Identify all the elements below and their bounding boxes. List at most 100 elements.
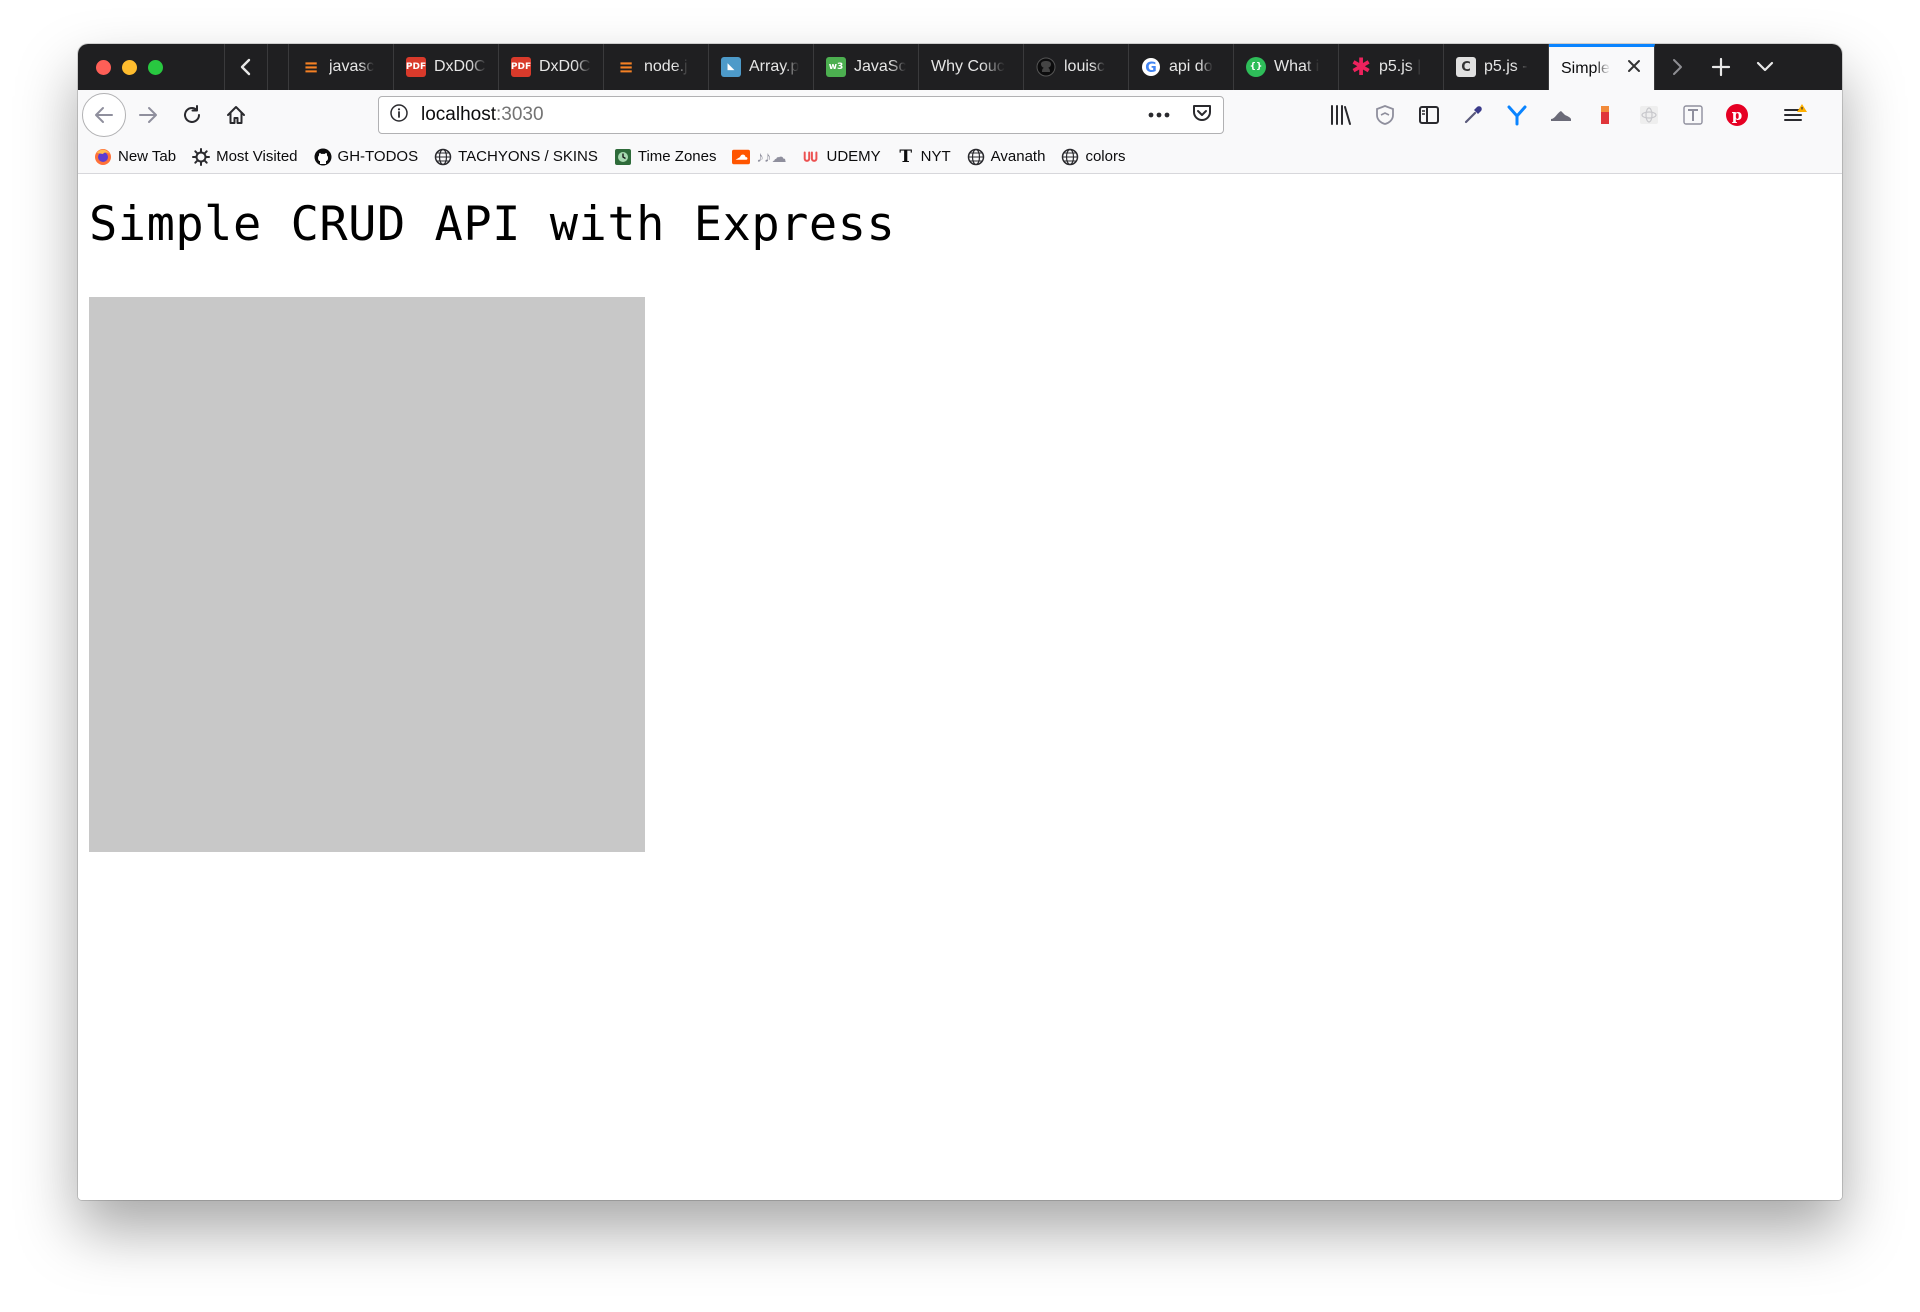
bookmark-time-zones[interactable]: Time Zones [614, 148, 717, 166]
p5-canvas[interactable] [89, 297, 645, 852]
site-info-icon[interactable] [389, 103, 409, 128]
reload-icon [184, 105, 200, 123]
bookmark-label: New Tab [118, 148, 177, 165]
forward-button[interactable] [126, 93, 170, 137]
github-icon [314, 148, 332, 166]
page-actions-menu-icon[interactable] [1147, 106, 1171, 124]
back-arrow-icon [95, 107, 113, 123]
p5-asterisk-icon: ✱ [1350, 53, 1372, 81]
bookmark-label: Most Visited [216, 148, 298, 165]
w3schools-icon: w3 [826, 57, 846, 77]
url-bar[interactable]: localhost:3030 [378, 96, 1224, 134]
reload-button[interactable] [170, 93, 214, 137]
bookmark-tachyons[interactable]: TACHYONS / SKINS [434, 148, 598, 166]
bookmark-label: colors [1085, 148, 1126, 165]
tab-p5js-2[interactable]: C p5.js - [1444, 44, 1549, 90]
tab-pdf-2[interactable]: PDF DxD0C [499, 44, 604, 90]
globe-green-icon: {} [1246, 57, 1266, 77]
home-icon [227, 106, 245, 124]
extension-y-icon[interactable] [1504, 102, 1530, 128]
new-tab-button[interactable] [1699, 44, 1743, 90]
tab-louisc[interactable]: louisc [1024, 44, 1129, 90]
udemy-icon [802, 148, 820, 166]
library-icon[interactable] [1328, 102, 1354, 128]
tab-p5js-1[interactable]: ✱ p5.js | [1339, 44, 1444, 90]
bookmark-new-tab[interactable]: New Tab [94, 148, 176, 166]
shoe-extension-icon[interactable] [1548, 102, 1574, 128]
tab-label: Array.p [749, 58, 800, 75]
pdf-icon: PDF [406, 57, 426, 77]
tab-label: api do [1169, 58, 1213, 75]
tab-strip: ≡ javasc PDF DxD0C PDF DxD0C ≡ node.j ◣ … [78, 44, 1842, 90]
tab-javascript[interactable]: ≡ javasc [289, 44, 394, 90]
back-button[interactable] [82, 93, 126, 137]
plus-icon [1711, 57, 1731, 77]
close-window-button[interactable] [96, 59, 111, 75]
pdf-icon: PDF [511, 57, 531, 77]
scroll-tabs-right-button[interactable] [1655, 44, 1699, 90]
tab-nodejs[interactable]: ≡ node.j [604, 44, 709, 90]
sidebar-icon[interactable] [1416, 102, 1442, 128]
tab-what-is[interactable]: {} What i [1234, 44, 1339, 90]
bookmark-nyt[interactable]: T NYT [897, 147, 951, 167]
text-type-icon[interactable] [1680, 102, 1706, 128]
toolbar-extensions: p [1328, 90, 1808, 140]
zoom-window-button[interactable] [148, 59, 163, 75]
bookmark-label: TACHYONS / SKINS [458, 148, 598, 165]
tab-pdf-1[interactable]: PDF DxD0C [394, 44, 499, 90]
privacy-badger-icon[interactable] [1372, 102, 1398, 128]
tab-label: p5.js - [1484, 58, 1528, 75]
bookmark-soundcloud[interactable]: ♪♪☁ [732, 148, 786, 166]
home-button[interactable] [214, 93, 258, 137]
bookmark-gh-todos[interactable]: GH-TODOS [314, 148, 419, 166]
page-title: Simple CRUD API with Express [89, 197, 896, 252]
globe-icon [434, 148, 452, 166]
bookmark-udemy[interactable]: UDEMY [802, 148, 881, 166]
paint-bucket-icon[interactable] [1592, 102, 1618, 128]
scroll-tabs-left-button[interactable] [224, 44, 268, 90]
pocket-icon[interactable] [1191, 102, 1213, 129]
url-host: localhost [421, 104, 496, 125]
eyedropper-icon[interactable] [1460, 102, 1486, 128]
bookmark-label: NYT [920, 148, 951, 165]
minimize-window-button[interactable] [122, 59, 137, 75]
tab-label: JavaSc [854, 58, 906, 75]
forward-arrow-icon [139, 107, 157, 123]
stackoverflow-icon: ≡ [618, 56, 634, 78]
tab-javascript-w3[interactable]: w3 JavaSc [814, 44, 919, 90]
tab-why-couch[interactable]: Why Couc [919, 44, 1024, 90]
bookmark-label: Time Zones [637, 148, 717, 165]
globe-icon [1061, 148, 1079, 166]
url-actions [1147, 102, 1213, 129]
tab-array[interactable]: ◣ Array.p [709, 44, 814, 90]
bookmark-label: GH-TODOS [337, 148, 419, 165]
bookmark-label: ♪♪☁ [756, 148, 787, 166]
browser-window: ≡ javasc PDF DxD0C PDF DxD0C ≡ node.j ◣ … [78, 44, 1842, 1200]
tab-simple-active[interactable]: Simple [1549, 44, 1655, 90]
mdn-icon: ◣ [721, 57, 741, 77]
tab-label: louisc [1064, 58, 1105, 75]
hamburger-menu-icon[interactable] [1782, 102, 1808, 128]
chevron-left-icon [240, 58, 251, 76]
bookmark-most-visited[interactable]: Most Visited [192, 147, 298, 166]
bookmark-colors[interactable]: colors [1061, 148, 1125, 166]
window-controls [78, 44, 224, 90]
tab-label: DxD0C [434, 58, 486, 75]
pinterest-icon[interactable]: p [1724, 102, 1750, 128]
tab-api-docs[interactable]: G api do [1129, 44, 1234, 90]
bookmarks-toolbar: New Tab Most Visited GH-TODOS TACHYONS /… [78, 140, 1842, 174]
react-devtools-icon[interactable] [1636, 102, 1662, 128]
list-all-tabs-button[interactable] [1743, 44, 1787, 90]
bookmark-label: Avanath [990, 148, 1046, 165]
clock-map-icon [614, 148, 632, 166]
url-text[interactable]: localhost:3030 [421, 104, 544, 126]
close-tab-icon[interactable] [1626, 57, 1642, 80]
tab-spacer [268, 44, 289, 90]
tab-label: javasc [329, 58, 375, 75]
tab-label: Why Couc [931, 58, 1005, 75]
tab-label: p5.js | [1379, 58, 1422, 75]
gear-icon [192, 147, 211, 166]
bookmark-avanath[interactable]: Avanath [967, 148, 1046, 166]
google-icon: G [1141, 57, 1161, 77]
navigation-toolbar: localhost:3030 p [78, 90, 1842, 140]
